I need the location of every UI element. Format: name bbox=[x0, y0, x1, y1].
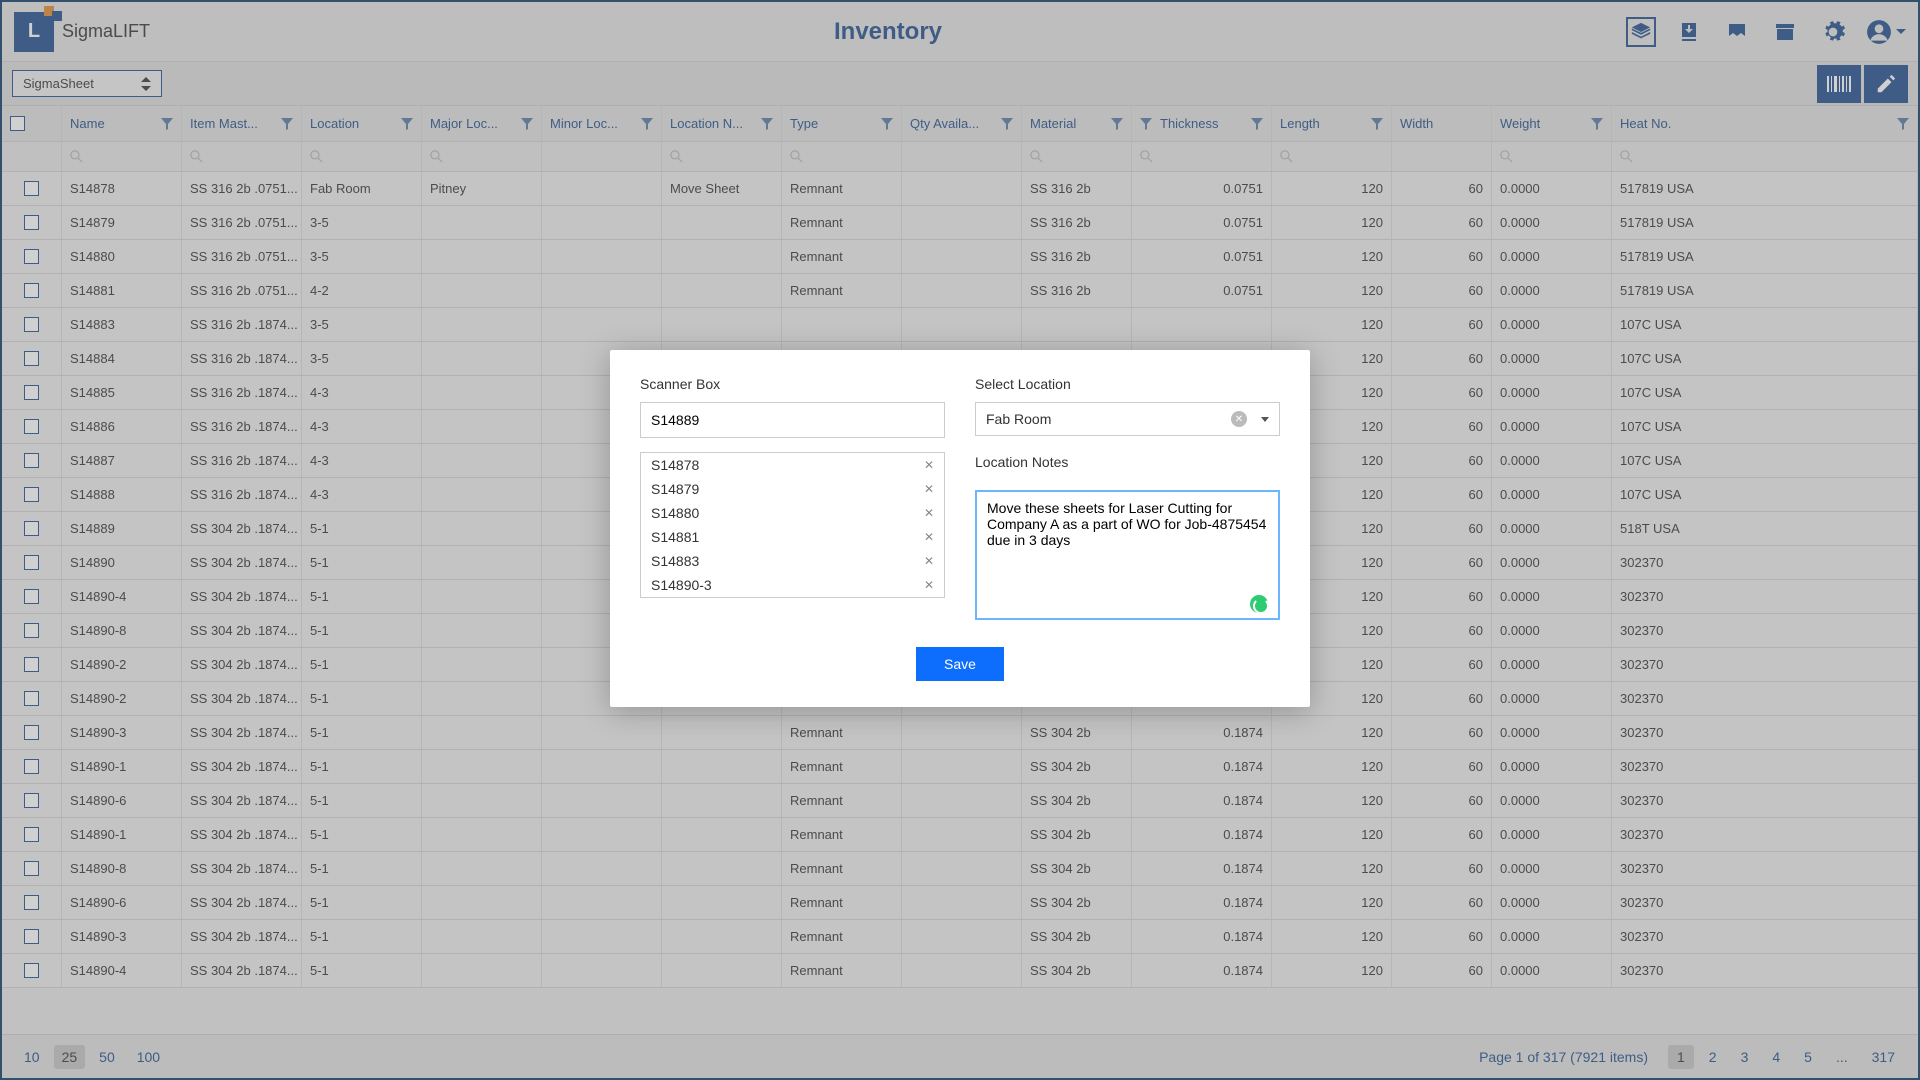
scanned-item: S14880✕ bbox=[641, 501, 944, 525]
remove-scanned-icon[interactable]: ✕ bbox=[924, 554, 934, 568]
scanner-modal: Scanner Box S14878✕S14879✕S14880✕S14881✕… bbox=[610, 350, 1310, 707]
location-select[interactable]: Fab Room ✕ bbox=[975, 402, 1280, 436]
grammarly-icon bbox=[1250, 595, 1268, 613]
remove-scanned-icon[interactable]: ✕ bbox=[924, 482, 934, 496]
scanned-items-list: S14878✕S14879✕S14880✕S14881✕S14883✕S1489… bbox=[640, 452, 945, 598]
clear-location-icon[interactable]: ✕ bbox=[1231, 411, 1247, 427]
scanned-item: S14881✕ bbox=[641, 525, 944, 549]
modal-overlay[interactable]: Scanner Box S14878✕S14879✕S14880✕S14881✕… bbox=[0, 0, 1920, 1080]
location-select-value: Fab Room bbox=[986, 411, 1051, 427]
remove-scanned-icon[interactable]: ✕ bbox=[924, 506, 934, 520]
remove-scanned-icon[interactable]: ✕ bbox=[924, 578, 934, 592]
scanner-input[interactable] bbox=[640, 402, 945, 438]
location-notes-textarea[interactable] bbox=[975, 490, 1280, 620]
scanned-item: S14878✕ bbox=[641, 453, 944, 477]
scanner-box-label: Scanner Box bbox=[640, 376, 945, 392]
select-location-label: Select Location bbox=[975, 376, 1280, 392]
scanned-item: S14879✕ bbox=[641, 477, 944, 501]
chevron-down-icon[interactable] bbox=[1261, 417, 1269, 422]
save-button[interactable]: Save bbox=[916, 647, 1004, 681]
remove-scanned-icon[interactable]: ✕ bbox=[924, 458, 934, 472]
remove-scanned-icon[interactable]: ✕ bbox=[924, 530, 934, 544]
location-notes-label: Location Notes bbox=[975, 454, 1280, 470]
scanned-item: S14890-3✕ bbox=[641, 573, 944, 597]
scanned-item: S14883✕ bbox=[641, 549, 944, 573]
